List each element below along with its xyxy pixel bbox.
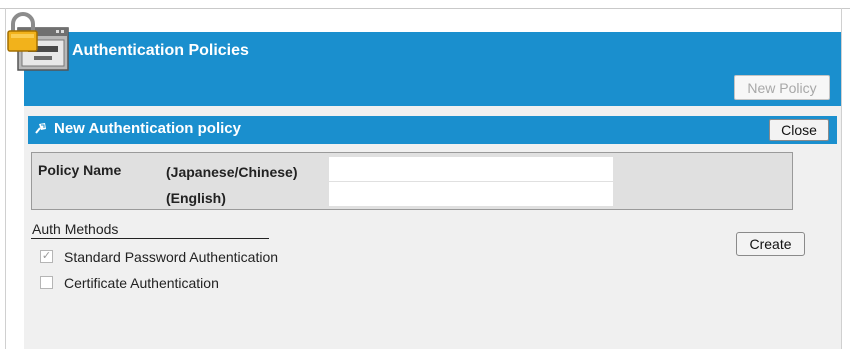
auth-methods-heading: Auth Methods <box>32 221 119 237</box>
close-button[interactable]: Close <box>769 119 829 141</box>
auth-methods-underline <box>31 238 269 239</box>
policy-name-japanese-chinese-input[interactable] <box>329 157 613 181</box>
pin-icon <box>35 123 46 134</box>
standard-password-checkbox[interactable]: ✓ <box>40 250 53 263</box>
padlock-window-icon <box>7 12 69 71</box>
right-border <box>841 8 842 349</box>
japanese-chinese-label: (Japanese/Chinese) <box>166 164 298 180</box>
page-title: Authentication Policies <box>72 42 249 59</box>
top-border <box>0 8 850 9</box>
new-policy-button[interactable]: New Policy <box>734 75 830 100</box>
certificate-auth-label: Certificate Authentication <box>64 275 219 291</box>
panel-title: New Authentication policy <box>54 120 241 137</box>
policy-name-english-input[interactable] <box>329 182 613 206</box>
policy-name-label: Policy Name <box>38 162 122 178</box>
create-button[interactable]: Create <box>736 232 805 256</box>
english-label: (English) <box>166 190 226 206</box>
standard-password-label: Standard Password Authentication <box>64 249 279 265</box>
certificate-auth-checkbox[interactable] <box>40 276 53 289</box>
